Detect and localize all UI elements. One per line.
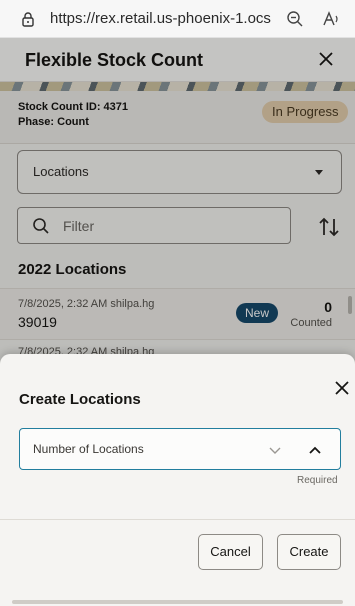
- create-button[interactable]: Create: [277, 534, 341, 570]
- sheet-divider: [0, 519, 355, 520]
- chevron-down-icon[interactable]: [268, 443, 282, 457]
- sheet-title: Create Locations: [19, 391, 141, 408]
- required-hint: Required: [297, 475, 338, 486]
- zoom-out-icon[interactable]: [286, 10, 304, 28]
- read-aloud-icon[interactable]: [322, 10, 340, 28]
- browser-address-bar[interactable]: https://rex.retail.us-phoenix-1.ocs.o...: [0, 0, 355, 38]
- number-of-locations-field[interactable]: Number of Locations: [19, 428, 341, 470]
- horizontal-scrollbar[interactable]: [12, 600, 343, 604]
- close-icon[interactable]: [334, 380, 350, 396]
- url-text[interactable]: https://rex.retail.us-phoenix-1.ocs.o...: [50, 10, 272, 27]
- number-of-locations-label: Number of Locations: [33, 442, 144, 456]
- lock-icon: [22, 12, 34, 27]
- chevron-up-icon[interactable]: [308, 443, 322, 457]
- cancel-button[interactable]: Cancel: [198, 534, 263, 570]
